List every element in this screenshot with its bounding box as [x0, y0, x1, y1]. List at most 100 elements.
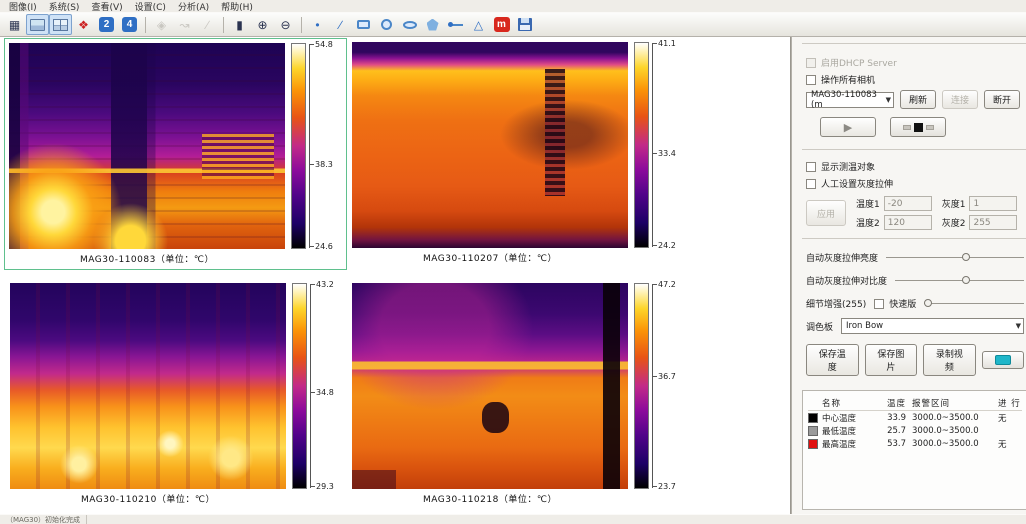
zoom-out-icon: ⊖	[280, 19, 290, 31]
gray1-input[interactable]	[969, 196, 1017, 211]
segment-tool-button[interactable]	[444, 14, 467, 35]
dhcp-checkbox[interactable]	[806, 58, 816, 68]
snapshot-button[interactable]	[982, 351, 1024, 369]
fast-mode-checkbox[interactable]	[874, 299, 884, 309]
slider-thumb[interactable]	[962, 253, 970, 261]
measure-temp: 53.7	[876, 439, 912, 449]
save-layout-button[interactable]	[513, 14, 536, 35]
temp2-input[interactable]	[884, 215, 932, 230]
play-button[interactable]: ▶	[820, 117, 876, 137]
thermal-image-4[interactable]	[352, 283, 628, 489]
temp1-label: 温度1	[856, 197, 880, 210]
scale-mid: 34.8	[316, 388, 334, 397]
ruler-button[interactable]: ∕	[196, 14, 219, 35]
thermal-image-1[interactable]	[9, 43, 285, 249]
manual-stretch-checkbox[interactable]	[806, 179, 816, 189]
palette-label: 调色板	[806, 320, 833, 333]
color-swatch	[808, 439, 818, 449]
table-row[interactable]: 中心温度 33.9 3000.0~3500.0 无	[808, 411, 1022, 424]
thermal-image-3[interactable]	[10, 283, 286, 489]
chevron-down-icon: ▼	[1012, 322, 1021, 330]
manual-stretch-label: 人工设置灰度拉伸	[821, 177, 893, 190]
apply-button[interactable]: 应用	[806, 200, 846, 226]
single-view-button[interactable]	[26, 14, 49, 35]
thermal-panel-4[interactable]: 47.2 36.7 23.7 MAG30-110218（单位：℃）	[352, 283, 685, 505]
camera-icon	[995, 355, 1011, 365]
panel-caption-2: MAG30-110207（单位：℃）	[352, 248, 628, 264]
save-temperature-button[interactable]: 保存温度	[806, 344, 859, 376]
record-video-button[interactable]: 录制视频	[923, 344, 976, 376]
thermal-panel-2[interactable]: 41.1 33.4 24.2 MAG30-110207（单位：℃）	[352, 42, 685, 264]
fullscreen-icon: ❖	[78, 19, 89, 31]
segment-tool-icon	[449, 24, 463, 26]
play-icon: ▶	[844, 121, 852, 134]
toolbar-separator	[301, 17, 302, 33]
calibrate-button[interactable]: ◈	[150, 14, 173, 35]
col-temp: 温度	[876, 397, 912, 409]
circle-tool-button[interactable]	[375, 14, 398, 35]
table-row[interactable]: 最高温度 53.7 3000.0~3500.0 无	[808, 437, 1022, 450]
thermal-panel-3[interactable]: 43.2 34.8 29.3 MAG30-110210（单位：℃）	[10, 283, 343, 505]
all-cameras-checkbox[interactable]	[806, 75, 816, 85]
connect-button[interactable]: 连接	[942, 90, 978, 109]
rect-tool-button[interactable]	[352, 14, 375, 35]
gray2-input[interactable]	[969, 215, 1017, 230]
fullscreen-button[interactable]: ❖	[72, 14, 95, 35]
thermal-feature	[202, 134, 274, 179]
camera-select[interactable]: MAG30-110083 (m ▼	[806, 92, 894, 108]
matrix-tool-button[interactable]: m	[490, 14, 513, 35]
alarm-table: 名称 温度 报警区间 进 行 中心温度 33.9 3000.0~3500.0 无…	[802, 390, 1026, 510]
menu-view[interactable]: 查看(V)	[86, 0, 127, 13]
detail-label: 细节增强(255)	[806, 297, 866, 310]
four-up-view-button[interactable]: 4	[118, 14, 141, 35]
device-manager-button[interactable]: ▦	[3, 14, 26, 35]
scale-mid: 33.4	[658, 149, 676, 158]
palette-select[interactable]: Iron Bow ▼	[841, 318, 1024, 334]
slider-thumb[interactable]	[924, 299, 932, 307]
two-up-view-button[interactable]: 2	[95, 14, 118, 35]
ellipse-tool-button[interactable]	[398, 14, 421, 35]
zoom-out-button[interactable]: ⊖	[274, 14, 297, 35]
ellipse-tool-icon	[403, 21, 417, 29]
scale-min: 23.7	[658, 482, 676, 491]
brightness-slider[interactable]	[886, 253, 1024, 262]
stop-left-nub	[903, 125, 911, 130]
menu-image[interactable]: 图像(I)	[4, 0, 42, 13]
circle-tool-icon	[381, 19, 392, 30]
temp1-input[interactable]	[884, 196, 932, 211]
line-tool-button[interactable]: ∕	[329, 14, 352, 35]
device-manager-icon: ▦	[9, 19, 20, 31]
point-tool-button[interactable]: •	[306, 14, 329, 35]
antenna-button[interactable]: ↝	[173, 14, 196, 35]
disconnect-button[interactable]: 断开	[984, 90, 1020, 109]
show-objects-label: 显示测温对象	[821, 160, 875, 173]
detail-slider[interactable]	[924, 299, 1024, 308]
menu-settings[interactable]: 设置(C)	[130, 0, 171, 13]
scale-max: 43.2	[316, 280, 334, 289]
thermal-panel-1[interactable]: 54.8 38.3 24.6 MAG30-110083（单位：℃）	[9, 43, 342, 265]
all-cameras-label: 操作所有相机	[821, 73, 875, 86]
menu-help[interactable]: 帮助(H)	[216, 0, 258, 13]
delta-tool-button[interactable]: △	[467, 14, 490, 35]
stop-button[interactable]	[890, 117, 946, 137]
alarm-range: 3000.0~3500.0	[912, 426, 998, 436]
table-row[interactable]: 最低温度 25.7 3000.0~3500.0	[808, 424, 1022, 437]
measure-name: 最高温度	[822, 438, 876, 450]
show-objects-checkbox[interactable]	[806, 162, 816, 172]
thermal-image-2[interactable]	[352, 42, 628, 248]
slider-thumb[interactable]	[962, 276, 970, 284]
menu-analyze[interactable]: 分析(A)	[173, 0, 214, 13]
zoom-in-icon: ⊕	[257, 19, 267, 31]
refresh-button[interactable]: 刷新	[900, 90, 936, 109]
contrast-slider[interactable]	[895, 276, 1024, 285]
save-image-button[interactable]: 保存图片	[865, 344, 918, 376]
flag-tool-button[interactable]: ▮	[228, 14, 251, 35]
quad-view-button[interactable]	[49, 14, 72, 35]
zoom-in-button[interactable]: ⊕	[251, 14, 274, 35]
thermal-feature	[603, 283, 620, 489]
scale-mid: 38.3	[315, 160, 333, 169]
thermal-feature	[545, 69, 564, 197]
menu-system[interactable]: 系统(S)	[44, 0, 85, 13]
scale-min: 24.6	[315, 242, 333, 251]
polygon-tool-button[interactable]	[421, 14, 444, 35]
